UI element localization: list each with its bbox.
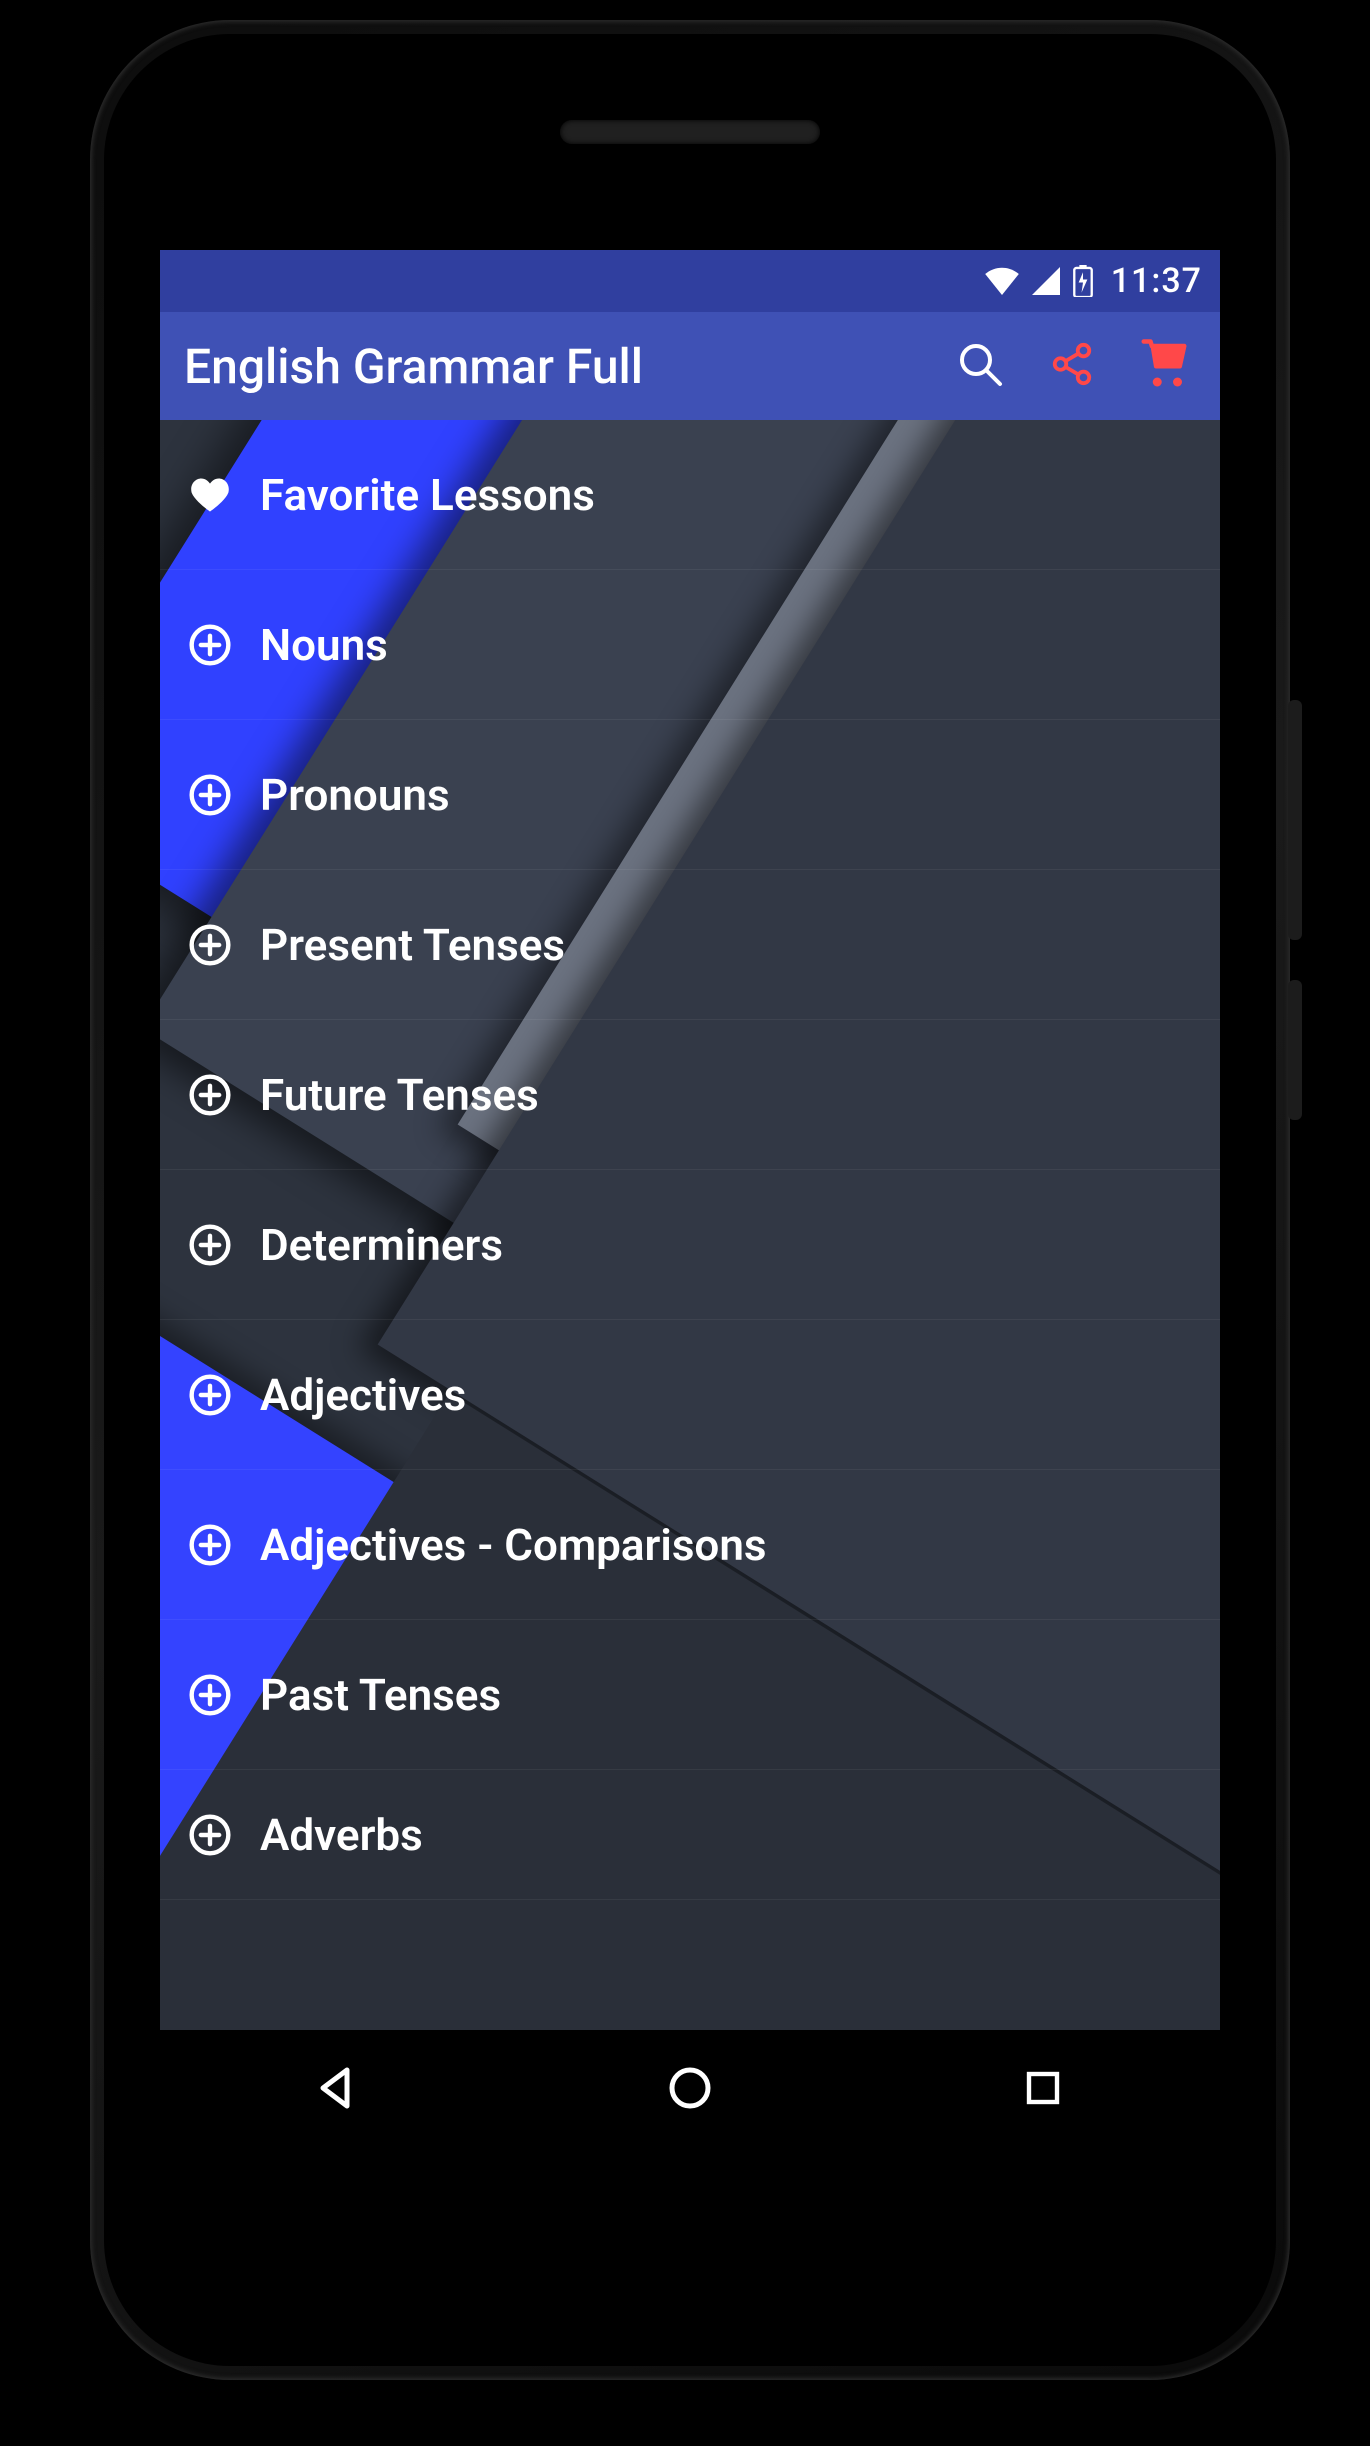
lesson-row[interactable]: Favorite Lessons [160,420,1220,570]
status-bar: 11:37 [160,250,1220,312]
nav-back-button[interactable] [292,2045,382,2135]
expand-icon [186,921,234,969]
lesson-row[interactable]: Past Tenses [160,1620,1220,1770]
expand-icon [186,1371,234,1419]
search-icon [956,340,1004,392]
battery-charging-icon [1073,265,1093,297]
nav-home-button[interactable] [645,2045,735,2135]
home-icon [666,2064,714,2116]
share-icon [1049,341,1095,391]
lesson-label: Determiners [260,1219,503,1271]
expand-icon [186,1521,234,1569]
back-icon [313,2064,361,2116]
cart-icon [1137,337,1191,395]
status-time: 11:37 [1111,261,1202,301]
expand-icon [186,771,234,819]
phone-power-button [1288,980,1302,1120]
lesson-row[interactable]: Future Tenses [160,1020,1220,1170]
lesson-label: Nouns [260,619,388,671]
expand-icon [186,1071,234,1119]
android-nav-bar [160,2030,1220,2150]
phone-frame: 11:37 English Grammar Full [90,20,1290,2380]
heart-icon [186,471,234,519]
lesson-list[interactable]: Favorite Lessons Nouns Pronouns Present Ten… [160,420,1220,2030]
lesson-label: Adverbs [260,1809,423,1861]
lesson-label: Pronouns [260,769,450,821]
lesson-row[interactable]: Present Tenses [160,870,1220,1020]
expand-icon [186,1671,234,1719]
lesson-row[interactable]: Adjectives [160,1320,1220,1470]
lesson-row[interactable]: Adjectives - Comparisons [160,1470,1220,1620]
lesson-label: Past Tenses [260,1669,501,1721]
lesson-row[interactable]: Pronouns [160,720,1220,870]
expand-icon [186,1221,234,1269]
cart-button[interactable] [1132,334,1196,398]
expand-icon [186,1811,234,1859]
wifi-icon [985,267,1019,295]
expand-icon [186,621,234,669]
lesson-label: Present Tenses [260,919,565,971]
nav-recents-button[interactable] [998,2045,1088,2135]
recents-icon [1022,2067,1064,2113]
app-title: English Grammar Full [184,338,920,395]
share-button[interactable] [1040,334,1104,398]
lesson-label: Adjectives - Comparisons [260,1519,767,1571]
lesson-label: Future Tenses [260,1069,539,1121]
lesson-row[interactable]: Adverbs [160,1770,1220,1900]
lesson-row[interactable]: Nouns [160,570,1220,720]
lesson-row[interactable]: Determiners [160,1170,1220,1320]
app-bar: English Grammar Full [160,312,1220,420]
phone-volume-button [1288,700,1302,940]
search-button[interactable] [948,334,1012,398]
screen: 11:37 English Grammar Full [160,250,1220,2150]
lesson-label: Adjectives [260,1369,466,1421]
cell-signal-icon [1031,267,1061,295]
lesson-label: Favorite Lessons [260,469,595,521]
phone-speaker [560,120,820,144]
